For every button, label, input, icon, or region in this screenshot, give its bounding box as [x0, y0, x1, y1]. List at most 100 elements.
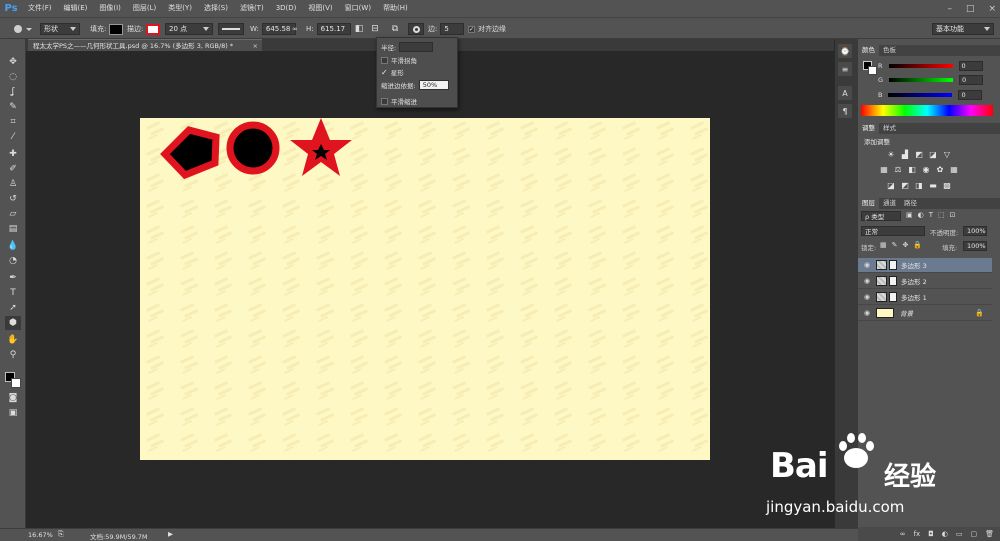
- menu-select[interactable]: 选择(S): [198, 0, 234, 17]
- document-tab[interactable]: 程太太学PS之——几何形状工具.psd @ 16.7% (多边形 3, RGB/…: [28, 39, 262, 51]
- eye-icon[interactable]: ◉: [858, 309, 876, 317]
- crop-tool-icon[interactable]: ⌗: [5, 115, 21, 129]
- stroke-type-select[interactable]: [218, 22, 244, 36]
- tab-layers[interactable]: 图层: [858, 198, 879, 209]
- tab-paths[interactable]: 路径: [900, 198, 921, 209]
- blue-slider[interactable]: [888, 93, 953, 97]
- quick-select-tool-icon[interactable]: ✎: [5, 100, 21, 114]
- lasso-tool-icon[interactable]: ʆ: [5, 85, 21, 99]
- tab-adjustments[interactable]: 调整: [858, 123, 879, 134]
- minimize-button[interactable]: –: [947, 4, 952, 14]
- selective-color-icon[interactable]: ▩: [942, 180, 952, 190]
- lock-transparency-icon[interactable]: ▦: [880, 241, 887, 249]
- type-tool-icon[interactable]: T: [5, 286, 21, 300]
- levels-icon[interactable]: ▟: [900, 149, 910, 159]
- gradient-tool-icon[interactable]: ▤: [5, 222, 21, 236]
- zoom-level[interactable]: 16.67%: [28, 531, 53, 539]
- star-row[interactable]: ✓ 星形: [381, 67, 404, 78]
- radius-input[interactable]: [399, 42, 434, 52]
- lock-position-icon[interactable]: ✥: [903, 241, 909, 249]
- curves-icon[interactable]: ◩: [914, 149, 924, 159]
- align-edges-checkbox[interactable]: ✓ 对齐边缘: [468, 22, 506, 36]
- link-icon[interactable]: ∞: [292, 22, 298, 36]
- eye-icon[interactable]: ◉: [858, 277, 876, 285]
- new-group-icon[interactable]: ▭: [956, 530, 963, 538]
- background-color-swatch[interactable]: [11, 378, 21, 388]
- eye-icon[interactable]: ◉: [858, 293, 876, 301]
- fill-control[interactable]: 填充:: [90, 22, 124, 36]
- eraser-tool-icon[interactable]: ▱: [5, 207, 21, 221]
- indent-input[interactable]: 50%: [418, 80, 449, 90]
- menu-type[interactable]: 类型(Y): [162, 0, 198, 17]
- path-arrangement-icon[interactable]: ⧉: [388, 22, 402, 36]
- layer-style-icon[interactable]: fx: [914, 530, 921, 538]
- dodge-tool-icon[interactable]: ◔: [5, 254, 21, 268]
- adjustment-filter-icon[interactable]: ◐: [918, 211, 924, 219]
- menu-layer[interactable]: 图层(L): [127, 0, 162, 17]
- marquee-tool-icon[interactable]: ◌: [5, 70, 21, 84]
- blur-tool-icon[interactable]: 💧: [5, 239, 21, 253]
- tool-preset-picker[interactable]: [12, 22, 32, 36]
- path-operations-icon[interactable]: ◧: [352, 22, 366, 36]
- lock-all-icon[interactable]: 🔒: [913, 241, 922, 249]
- color-lookup-icon[interactable]: ▦: [949, 164, 959, 174]
- opacity-input[interactable]: 100%: [963, 226, 987, 236]
- channel-mixer-icon[interactable]: ✿: [935, 164, 945, 174]
- tab-channels[interactable]: 通道: [879, 198, 900, 209]
- color-bg-swatch[interactable]: [868, 66, 877, 75]
- stroke-control[interactable]: 描边:: [127, 22, 161, 36]
- menu-view[interactable]: 视图(V): [302, 0, 338, 17]
- layer-row[interactable]: ◉ 多边形 3: [858, 258, 992, 273]
- threshold-icon[interactable]: ◨: [914, 180, 924, 190]
- menu-help[interactable]: 帮助(H): [377, 0, 414, 17]
- menu-window[interactable]: 窗口(W): [339, 0, 377, 17]
- exposure-icon[interactable]: ◪: [928, 149, 938, 159]
- menu-image[interactable]: 图像(I): [93, 0, 127, 17]
- eyedropper-tool-icon[interactable]: ⁄: [5, 130, 21, 144]
- smooth-indents-row[interactable]: 平滑缩进: [381, 96, 417, 106]
- new-adjustment-icon[interactable]: ◐: [942, 530, 948, 538]
- layer-filter-select[interactable]: ρ 类型: [861, 211, 901, 221]
- green-slider[interactable]: [889, 78, 954, 82]
- restore-button[interactable]: □: [966, 4, 975, 14]
- hue-saturation-icon[interactable]: ▦: [879, 164, 889, 174]
- layer-row[interactable]: ◉ 多边形 2: [858, 274, 992, 289]
- gradient-map-icon[interactable]: ▬: [928, 180, 938, 190]
- eye-icon[interactable]: ◉: [858, 261, 876, 269]
- sides-input[interactable]: 5: [440, 23, 465, 35]
- pixel-filter-icon[interactable]: ▣: [906, 211, 913, 219]
- tab-color[interactable]: 颜色: [858, 45, 879, 56]
- shape-filter-icon[interactable]: ⬚: [938, 211, 945, 219]
- close-button[interactable]: ×: [988, 4, 996, 14]
- menu-3d[interactable]: 3D(D): [270, 0, 303, 17]
- share-icon[interactable]: ⎘: [58, 530, 64, 539]
- checkmark-icon[interactable]: ✓: [381, 68, 388, 77]
- tab-styles[interactable]: 样式: [879, 123, 900, 134]
- history-panel-icon[interactable]: ⌚: [838, 44, 852, 58]
- brush-tool-icon[interactable]: ✐: [5, 162, 21, 176]
- move-tool-icon[interactable]: ✥: [5, 55, 21, 69]
- lock-pixels-icon[interactable]: ✎: [892, 241, 898, 249]
- smooth-indents-checkbox[interactable]: [381, 97, 388, 105]
- smooth-corners-checkbox[interactable]: [381, 56, 388, 64]
- play-icon[interactable]: ▶: [168, 530, 173, 538]
- vibrance-icon[interactable]: ▽: [942, 149, 952, 159]
- quick-mask-icon[interactable]: ◙: [5, 391, 21, 405]
- history-brush-icon[interactable]: ↺: [5, 192, 21, 206]
- clone-stamp-icon[interactable]: ♙: [5, 177, 21, 191]
- invert-icon[interactable]: ◪: [886, 180, 896, 190]
- new-layer-icon[interactable]: ▢: [970, 530, 977, 538]
- menu-file[interactable]: 文件(F): [22, 0, 58, 17]
- fill-swatch[interactable]: [109, 23, 124, 35]
- geometry-options-button[interactable]: [408, 22, 424, 36]
- width-input[interactable]: 645.58: [261, 23, 296, 35]
- height-input[interactable]: 615.17: [316, 23, 351, 35]
- fill-input[interactable]: 100%: [963, 241, 987, 251]
- color-spectrum-bar[interactable]: [861, 105, 993, 116]
- layer-row[interactable]: ◉ 多边形 1: [858, 290, 992, 305]
- stroke-size-field[interactable]: 20 点: [165, 22, 213, 36]
- type-filter-icon[interactable]: T: [929, 211, 933, 219]
- black-white-icon[interactable]: ◧: [907, 164, 917, 174]
- link-layers-icon[interactable]: ∞: [900, 530, 906, 538]
- polygon-shape-tool-icon[interactable]: ⬢: [5, 316, 21, 330]
